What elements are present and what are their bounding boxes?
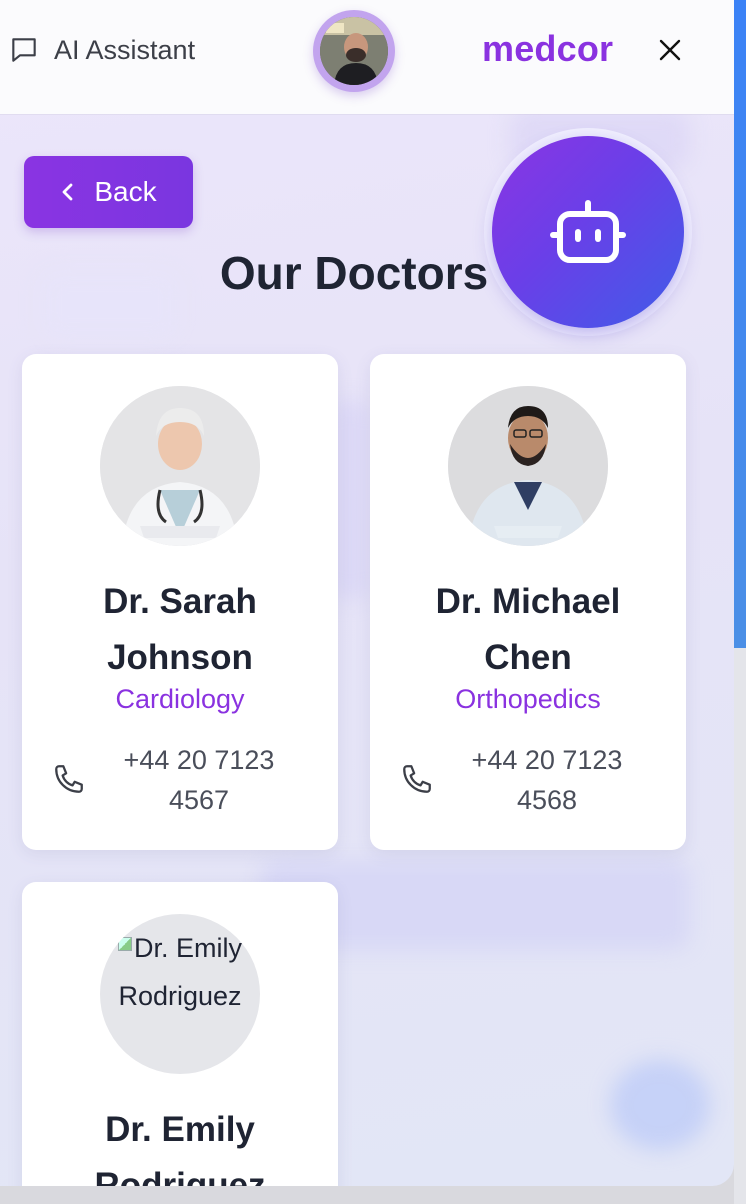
ai-assistant-label: AI Assistant [54, 34, 196, 65]
close-icon [659, 39, 681, 61]
doctor-photo-broken: Dr. Emily Rodriguez [100, 914, 260, 1074]
doctor-name: Dr. Emily Rodriguez [94, 1110, 266, 1186]
doctor-card[interactable]: Dr. Emily Rodriguez Dr. Emily Rodriguez [22, 882, 338, 1186]
phone-icon [55, 765, 83, 793]
doctor-name: Dr. Michael Chen [435, 582, 621, 677]
window-edge-accent [734, 0, 746, 648]
user-avatar[interactable] [313, 10, 395, 92]
doctor-specialty: Orthopedics [455, 684, 601, 714]
doctor-photo [100, 386, 260, 546]
close-button[interactable] [652, 32, 688, 68]
ai-bot-button[interactable] [484, 128, 692, 336]
phone-icon [403, 765, 431, 793]
doctor-name: Dr. Sarah Johnson [103, 582, 257, 677]
doctor-specialty: Cardiology [115, 684, 245, 714]
doctor-phone[interactable]: +44 20 7123 4567 [22, 740, 338, 820]
panel-header: AI Assistant medcor [0, 0, 734, 114]
back-button[interactable]: Back [24, 156, 193, 228]
chat-bubble-icon [12, 38, 36, 62]
phone-number: +44 20 7123 4568 [471, 745, 623, 815]
background-blur [610, 1060, 710, 1150]
photo-alt-text: Dr. Emily Rodriguez [118, 933, 242, 1011]
broken-image-icon [118, 937, 132, 951]
avatar-photo [320, 17, 388, 85]
doctor-photo [448, 386, 608, 546]
back-label: Back [94, 176, 157, 207]
doctor-card[interactable]: Dr. Sarah Johnson Cardiology +44 20 7123… [22, 354, 338, 850]
chat-panel: AI Assistant medcor Back Our Doctors Dr.… [0, 0, 734, 1186]
window-edge [734, 648, 746, 1204]
robot-icon [550, 200, 626, 263]
brand-logo: medcor [482, 28, 614, 69]
ai-assistant-tab[interactable]: AI Assistant [8, 30, 195, 70]
doctor-card[interactable]: Dr. Michael Chen Orthopedics +44 20 7123… [370, 354, 686, 850]
phone-number: +44 20 7123 4567 [123, 745, 275, 815]
chevron-left-icon [62, 183, 73, 201]
doctor-phone[interactable]: +44 20 7123 4568 [370, 740, 686, 820]
